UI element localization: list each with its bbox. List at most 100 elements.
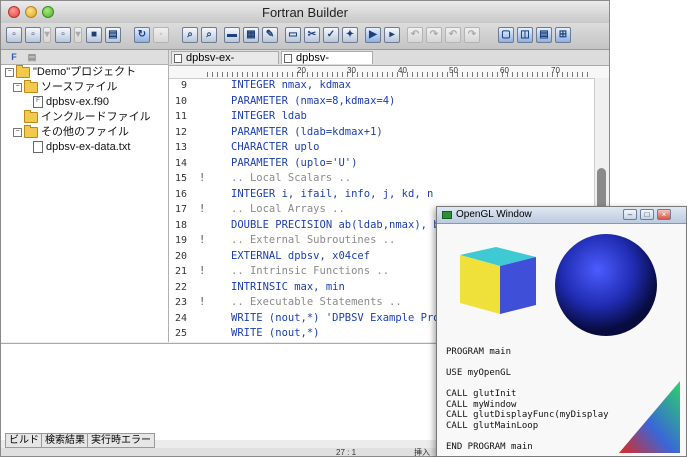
opengl-code-line [446,431,609,442]
line-number: 17 [174,204,187,215]
redo-icon[interactable]: ↷ [464,27,480,43]
code-text: .. Executable Statements .. [231,296,402,308]
sidebar-tabs: F ▤ [1,50,168,65]
opengl-code-line: PROGRAM main [446,347,512,357]
tab-search-results[interactable]: 検索結果 [41,433,89,448]
tab-build[interactable]: ビルド [5,433,43,448]
tab-project-icon[interactable]: F [7,51,21,63]
opengl-app-icon [442,211,452,219]
code-text: INTEGER nmax, kdmax [231,79,352,91]
find-icon[interactable]: ⌕ [182,27,198,43]
layout-grid-icon[interactable]: ⊞ [555,27,571,43]
ruler-label: 20 [297,66,306,75]
opengl-code-line: CALL myWindow [446,399,517,410]
opengl-code-line: CALL glutDisplayFunc(myDisplay [446,410,609,420]
tree-item-data-file[interactable]: dpbsv-ex-data.txt [33,140,130,155]
line-number: 19 [174,235,187,246]
tab-data-file[interactable]: dpbsv-ex-data.txt× [171,51,279,77]
tree-item-source-folder[interactable]: − ソースファイル [13,79,117,95]
comment-marker: ! [199,234,206,246]
new-file-icon[interactable]: ▫ [6,27,22,43]
undo-icon[interactable]: ↶ [445,27,461,43]
maximize-icon[interactable]: □ [640,209,654,220]
save-icon[interactable]: ▫ [55,27,71,43]
line-number: 10 [174,95,187,107]
tab-runtime-errors[interactable]: 実行時エラー [87,433,155,448]
tree-item-other-folder[interactable]: − その他のファイル [13,124,129,140]
tree-item-include-folder[interactable]: インクルードファイル [24,109,151,125]
debug-icon[interactable]: ▶ [365,27,381,43]
fortran-file-icon: F [33,96,43,109]
minimize-icon[interactable]: – [623,209,637,220]
print-icon[interactable]: ▤ [105,27,121,43]
tab-outline-icon[interactable]: ▤ [25,51,39,63]
opengl-window-title: OpenGL Window [456,209,532,220]
code-text: PARAMETER (uplo='U') [231,156,358,169]
opengl-code-line [446,358,609,369]
layout-split-h-icon[interactable]: ▤ [536,27,552,43]
folder-icon [24,124,38,138]
window-title: Fortran Builder [262,5,348,20]
tools-icon[interactable]: ✦ [342,27,358,43]
redo-icon[interactable]: ↷ [426,27,442,43]
open-file-icon[interactable]: ▫ [25,27,41,43]
edit-icon[interactable]: ✎ [262,27,278,43]
ruler-label: 50 [449,66,458,75]
code-line[interactable]: 15! .. Local Scalars .. [169,171,593,187]
comment-marker: ! [199,203,206,215]
cursor-position: 27 : 1 [336,448,357,457]
code-line[interactable]: 12 PARAMETER (ldab=kdmax+1) [169,125,593,141]
cube-side-face [500,257,536,314]
project-icon [16,64,30,78]
build-icon[interactable]: ↻ [134,27,150,43]
dropdown-icon[interactable]: ▾ [74,27,82,43]
compile-icon[interactable]: ✓ [323,27,339,43]
tree-item-label: インクルードファイル [41,111,151,123]
tree-item-label: "Demo"プロジェクト [33,66,137,78]
opengl-code-line [446,379,609,390]
debug-icon[interactable]: ▸ [384,27,400,43]
layout-split-v-icon[interactable]: ◫ [517,27,533,43]
code-line[interactable]: 10 PARAMETER (nmax=8,kdmax=4) [169,94,593,110]
code-line[interactable]: 14 PARAMETER (uplo='U') [169,156,593,172]
layout-single-icon[interactable]: ▢ [498,27,514,43]
tree-item-f90-file[interactable]: Fdpbsv-ex.f90 [33,95,109,110]
line-number: 24 [174,312,187,324]
tools-icon[interactable]: ▭ [285,27,301,43]
code-line[interactable]: 11 INTEGER ldab [169,109,593,125]
collapse-icon[interactable]: − [5,67,14,77]
comment-marker: ! [199,172,206,184]
code-line[interactable]: 13 CHARACTER uplo [169,140,593,156]
opengl-window: OpenGL Window – □ × PROGRAM main USE myO… [436,206,687,457]
tab-f90-file[interactable]: dpbsv-ex.f90× [281,51,373,77]
doc-icon[interactable]: ▦ [243,27,259,43]
collapse-icon[interactable]: − [13,127,22,137]
run-icon[interactable]: ◦ [153,27,169,43]
close-icon[interactable]: × [657,209,671,220]
toolbar: ▫ ▫ ▾ ▫ ▾ ■ ▤ ↻ ◦ ⌕ ⌕ ▬ ▦ ✎ ▭ ✂ ✓ ✦ ▶ ▸ … [1,23,609,50]
ruler-label: 70 [551,66,560,75]
code-text: PARAMETER (ldab=kdmax+1) [231,125,383,138]
terminal-icon[interactable]: ▬ [224,27,240,43]
opengl-code-line: CALL glutMainLoop [446,420,539,431]
line-number: 23 [174,297,187,308]
line-number: 9 [180,80,187,91]
save-icon[interactable]: ■ [86,27,102,43]
fortran-file-icon [284,54,292,63]
project-tree-pane: F ▤ − "Demo"プロジェクト − ソースファイル Fdpbsv-ex.f90… [1,50,169,342]
code-text: PARAMETER (nmax=8,kdmax=4) [231,94,396,107]
code-text: INTEGER i, ifail, info, j, kd, n [231,187,434,200]
tree-item-label: その他のファイル [41,126,129,138]
tools-icon[interactable]: ✂ [304,27,320,43]
ruler-label: 60 [500,66,509,75]
replace-icon[interactable]: ⌕ [201,27,217,43]
opengl-code-text: PROGRAM main USE myOpenGL CALL glutInit … [446,347,609,452]
opengl-code-line: CALL glutInit [446,389,517,399]
dropdown-icon[interactable]: ▾ [43,27,51,43]
undo-icon[interactable]: ↶ [407,27,423,43]
collapse-icon[interactable]: − [13,82,22,92]
code-line[interactable]: 9 INTEGER nmax, kdmax [169,78,593,94]
code-text: INTEGER ldab [231,110,307,122]
tree-item-project[interactable]: − "Demo"プロジェクト [5,64,137,80]
code-line[interactable]: 16 INTEGER i, ifail, info, j, kd, n [169,187,593,203]
